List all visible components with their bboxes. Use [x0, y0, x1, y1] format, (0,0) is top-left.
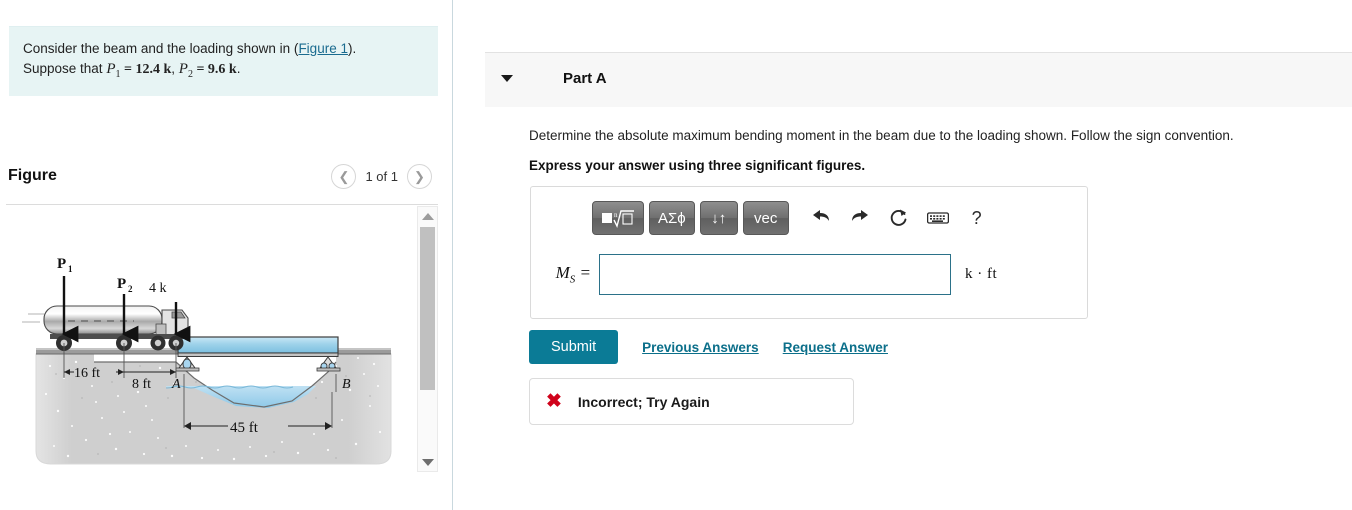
p1-symbol: P1	[106, 60, 121, 80]
figure-title: Figure	[8, 167, 57, 184]
redo-button[interactable]	[843, 201, 877, 235]
submit-button[interactable]: Submit	[529, 330, 619, 364]
answer-label: MS =	[555, 262, 591, 286]
answer-units: k · ft	[965, 265, 998, 282]
p2-value: = 9.6 k	[192, 61, 237, 77]
arrows-button[interactable]: ↓↑	[699, 201, 738, 235]
triangle-down-icon	[421, 458, 434, 466]
greek-symbols-button[interactable]: ΑΣϕ	[649, 201, 695, 235]
problem-statement-line1-pre: Consider the beam and the loading shown …	[23, 41, 299, 56]
problem-statement-box: Consider the beam and the loading shown …	[9, 26, 438, 97]
submit-row: Submit Previous Answers Request Answer	[529, 330, 888, 364]
label-support-b: B	[342, 377, 351, 392]
problem-statement-line2-post: .	[236, 60, 241, 76]
figure-pager: ❮ 1 of 1 ❯	[331, 164, 432, 189]
figure-image: P 1 P 2 4 k 16 ft 8 ft A B 45 ft	[6, 206, 416, 478]
answer-entry-box: n ΑΣϕ ↓↑ vec ? MS = k · ft	[530, 186, 1088, 319]
figure-next-button[interactable]: ❯	[407, 164, 432, 189]
figure-scrollbar[interactable]	[417, 206, 438, 472]
triangle-up-icon	[421, 212, 434, 220]
template-radical-icon: n	[602, 210, 634, 228]
value-separator: ,	[171, 60, 179, 76]
dimension-16ft: 16 ft	[74, 366, 100, 381]
dimension-8ft: 8 ft	[132, 377, 151, 392]
label-p1-sub: 1	[68, 264, 73, 274]
feedback-text: Incorrect; Try Again	[577, 393, 710, 410]
figure-header: Figure ❮ 1 of 1 ❯	[6, 164, 438, 196]
math-toolbar: n ΑΣϕ ↓↑ vec ?	[592, 201, 994, 235]
caret-down-icon[interactable]	[501, 75, 513, 82]
express-answer-instruction: Express your answer using three signific…	[529, 158, 866, 173]
redo-arrow-icon	[851, 210, 868, 221]
previous-answers-link[interactable]: Previous Answers	[642, 340, 759, 355]
label-p2-sub: 2	[128, 284, 133, 294]
undo-arrow-icon	[812, 210, 829, 221]
part-a-header[interactable]: Part A	[485, 52, 1352, 107]
scrollbar-up-button[interactable]	[418, 208, 437, 224]
keyboard-icon	[926, 212, 949, 224]
label-p2: P	[117, 276, 126, 292]
left-panel: Consider the beam and the loading shown …	[0, 0, 452, 510]
answer-row: MS = k · ft	[531, 249, 1089, 299]
p1-value: = 12.4 k	[120, 61, 172, 77]
answer-input[interactable]	[599, 253, 951, 295]
p2-symbol: P2	[178, 60, 193, 80]
question-text: Determine the absolute maximum bending m…	[529, 128, 1234, 143]
keyboard-button[interactable]	[921, 201, 955, 235]
figure-divider	[6, 204, 438, 205]
vector-button[interactable]: vec	[742, 201, 789, 235]
part-a-title: Part A	[563, 70, 607, 87]
scrollbar-thumb[interactable]	[420, 227, 435, 390]
chevron-left-icon: ❮	[338, 169, 350, 184]
scrollbar-down-button[interactable]	[418, 454, 437, 470]
help-button[interactable]: ?	[960, 201, 994, 235]
label-p1: P	[57, 256, 66, 272]
reset-circular-arrow-icon	[890, 209, 907, 226]
up-down-arrows-icon: ↓↑	[711, 209, 727, 227]
label-support-a: A	[171, 377, 181, 392]
question-mark-icon: ?	[971, 207, 982, 228]
problem-statement-line1-post: ).	[347, 41, 357, 56]
vector-label: vec	[754, 209, 778, 227]
figure-pager-label: 1 of 1	[365, 169, 398, 184]
feedback-box: ✖ Incorrect; Try Again	[529, 378, 854, 425]
dimension-45ft: 45 ft	[230, 420, 259, 436]
chevron-right-icon: ❯	[414, 169, 425, 184]
request-answer-link[interactable]: Request Answer	[783, 340, 888, 355]
right-panel: Part A Determine the absolute maximum be…	[453, 0, 1352, 510]
reset-button[interactable]	[882, 201, 916, 235]
undo-button[interactable]	[804, 201, 838, 235]
svg-text:n: n	[614, 211, 618, 219]
greek-symbols-label: ΑΣϕ	[658, 209, 686, 227]
figure-prev-button[interactable]: ❮	[331, 164, 357, 189]
figure-1-link[interactable]: Figure 1	[298, 41, 348, 56]
x-mark-icon: ✖	[546, 391, 562, 412]
label-4k: 4 k	[149, 281, 167, 296]
problem-statement-line2-pre: Suppose that	[23, 60, 107, 76]
template-radical-button[interactable]: n	[592, 201, 644, 235]
